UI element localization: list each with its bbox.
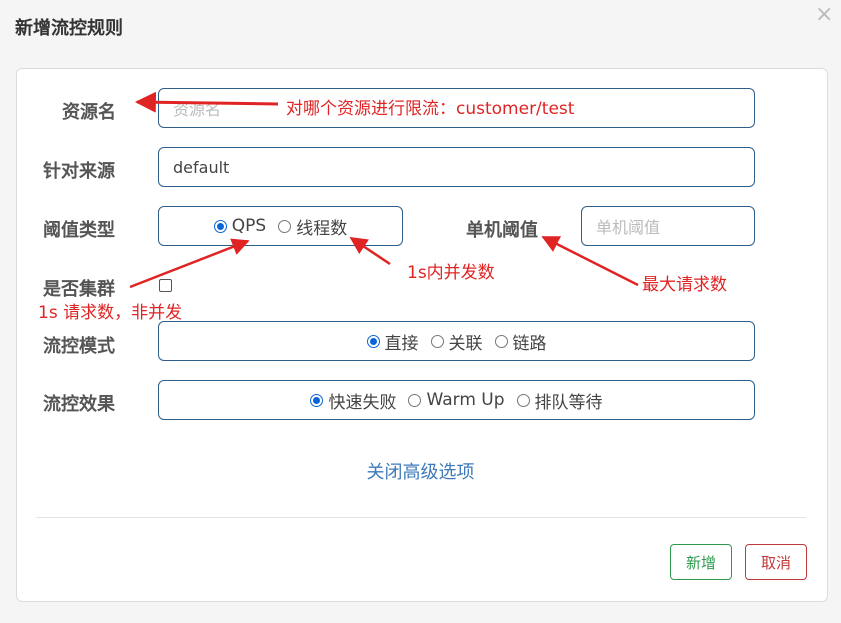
annotation-thread: 1s内并发数 — [407, 263, 495, 283]
arrow-qps — [129, 238, 250, 289]
arrow-thread — [349, 236, 391, 266]
annotation-resource: 对哪个资源进行限流：customer/test — [286, 99, 575, 119]
arrow-threshold — [541, 235, 639, 287]
arrow-resource — [134, 91, 279, 113]
annotation-threshold: 最大请求数 — [642, 275, 727, 295]
annotation-qps: 1s 请求数，非并发 — [38, 303, 183, 323]
